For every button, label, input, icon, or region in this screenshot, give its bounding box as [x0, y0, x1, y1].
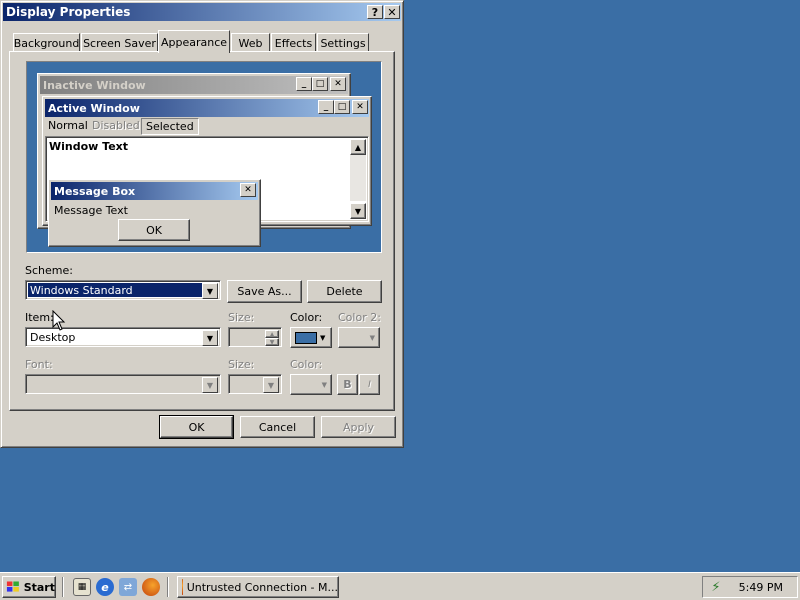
start-label: Start [23, 580, 55, 594]
tab-screen-saver[interactable]: Screen Saver [81, 33, 158, 52]
chevron-down-icon: ▼ [263, 377, 279, 393]
minimize-icon: _ [318, 100, 334, 114]
scroll-up-icon: ▲ [350, 139, 366, 155]
save-as-button[interactable]: Save As... [227, 280, 302, 303]
minimize-icon: _ [296, 77, 312, 91]
item-color-button[interactable]: ▼ [290, 327, 332, 348]
help-button[interactable]: ? [367, 5, 383, 19]
taskbar-divider [167, 577, 169, 597]
inactive-window-title-text: Inactive Window [43, 78, 146, 92]
display-properties-dialog: Display Properties ? ✕ Background Screen… [0, 0, 404, 448]
delete-button[interactable]: Delete [307, 280, 382, 303]
network-icon[interactable]: ⇄ [119, 578, 137, 596]
close-icon: ✕ [352, 100, 368, 114]
message-text: Message Text [54, 204, 128, 217]
item-size-label: Size: [228, 311, 255, 324]
scheme-value: Windows Standard [27, 282, 203, 298]
scroll-down-icon: ▼ [350, 203, 366, 219]
apply-button: Apply [321, 416, 396, 438]
chevron-down-icon: ▼ [369, 333, 375, 342]
firefox-icon[interactable] [142, 578, 160, 596]
cancel-button[interactable]: Cancel [240, 416, 315, 438]
network-status-icon[interactable]: ⚡ [707, 578, 725, 596]
spin-up-icon: ▲ [265, 330, 279, 338]
windows-logo-icon [6, 581, 19, 592]
task-label: Untrusted Connection - M... [186, 580, 338, 594]
active-window-title-text: Active Window [48, 101, 140, 115]
chevron-down-icon: ▼ [320, 333, 326, 342]
item-label: Item: [25, 311, 54, 324]
tab-effects[interactable]: Effects [271, 33, 316, 52]
chevron-down-icon[interactable]: ▼ [202, 283, 218, 299]
message-box-preview: Message Box ✕ Message Text OK [48, 179, 261, 247]
appearance-preview[interactable]: Inactive Window _ □ ✕ Active Window _ □ … [26, 61, 382, 253]
taskbar: Start ▦ e ⇄ Untrusted Connection - M... … [0, 572, 800, 600]
tab-background[interactable]: Background [13, 33, 80, 52]
item-color2-label: Color 2: [338, 311, 381, 324]
show-desktop-icon[interactable]: ▦ [73, 578, 91, 596]
tab-appearance[interactable]: Appearance [158, 30, 230, 53]
tab-web[interactable]: Web [231, 33, 270, 52]
message-box-title-text: Message Box [54, 184, 136, 198]
menu-normal: Normal [48, 119, 88, 132]
taskbar-task-firefox[interactable]: Untrusted Connection - M... [177, 576, 339, 598]
message-box-title: Message Box [51, 182, 258, 200]
font-color-button: ▼ [290, 374, 332, 395]
start-button[interactable]: Start [2, 576, 56, 598]
tab-settings[interactable]: Settings [317, 33, 369, 52]
ok-button[interactable]: OK [159, 415, 234, 439]
font-size-label: Size: [228, 358, 255, 371]
menu-disabled: Disabled [92, 119, 140, 132]
internet-explorer-icon[interactable]: e [96, 578, 114, 596]
item-value: Desktop [30, 330, 76, 344]
color-swatch [295, 331, 317, 344]
font-color-label: Color: [290, 358, 323, 371]
maximize-icon: □ [334, 100, 350, 114]
system-tray: ⚡ 5:49 PM [702, 576, 798, 598]
font-select: ▼ [25, 374, 221, 394]
menu-selected: Selected [141, 118, 199, 135]
bold-button: B [337, 374, 358, 395]
chevron-down-icon: ▼ [202, 377, 218, 393]
scheme-label: Scheme: [25, 264, 73, 277]
item-color2-button: ▼ [338, 327, 380, 348]
chevron-down-icon[interactable]: ▼ [202, 330, 218, 346]
spin-down-icon: ▼ [265, 338, 279, 346]
italic-button: I [359, 374, 380, 395]
close-icon: ✕ [330, 77, 346, 91]
firefox-icon [182, 579, 183, 595]
maximize-icon: □ [312, 77, 328, 91]
scheme-select[interactable]: Windows Standard ▼ [25, 280, 221, 300]
window-title: Display Properties [6, 5, 131, 19]
clock[interactable]: 5:49 PM [739, 581, 783, 594]
item-color-label: Color: [290, 311, 323, 324]
mouse-cursor-icon [52, 310, 66, 331]
item-size-spinner: ▲ ▼ [228, 327, 282, 347]
window-text: Window Text [49, 140, 129, 153]
scroll-track [350, 155, 366, 201]
close-button[interactable]: ✕ [384, 5, 400, 19]
chevron-down-icon: ▼ [321, 380, 327, 389]
close-icon: ✕ [240, 183, 256, 197]
taskbar-divider [62, 577, 64, 597]
message-box-ok-button: OK [118, 219, 190, 241]
title-bar[interactable]: Display Properties [3, 3, 401, 21]
font-label: Font: [25, 358, 53, 371]
font-size-select: ▼ [228, 374, 282, 394]
